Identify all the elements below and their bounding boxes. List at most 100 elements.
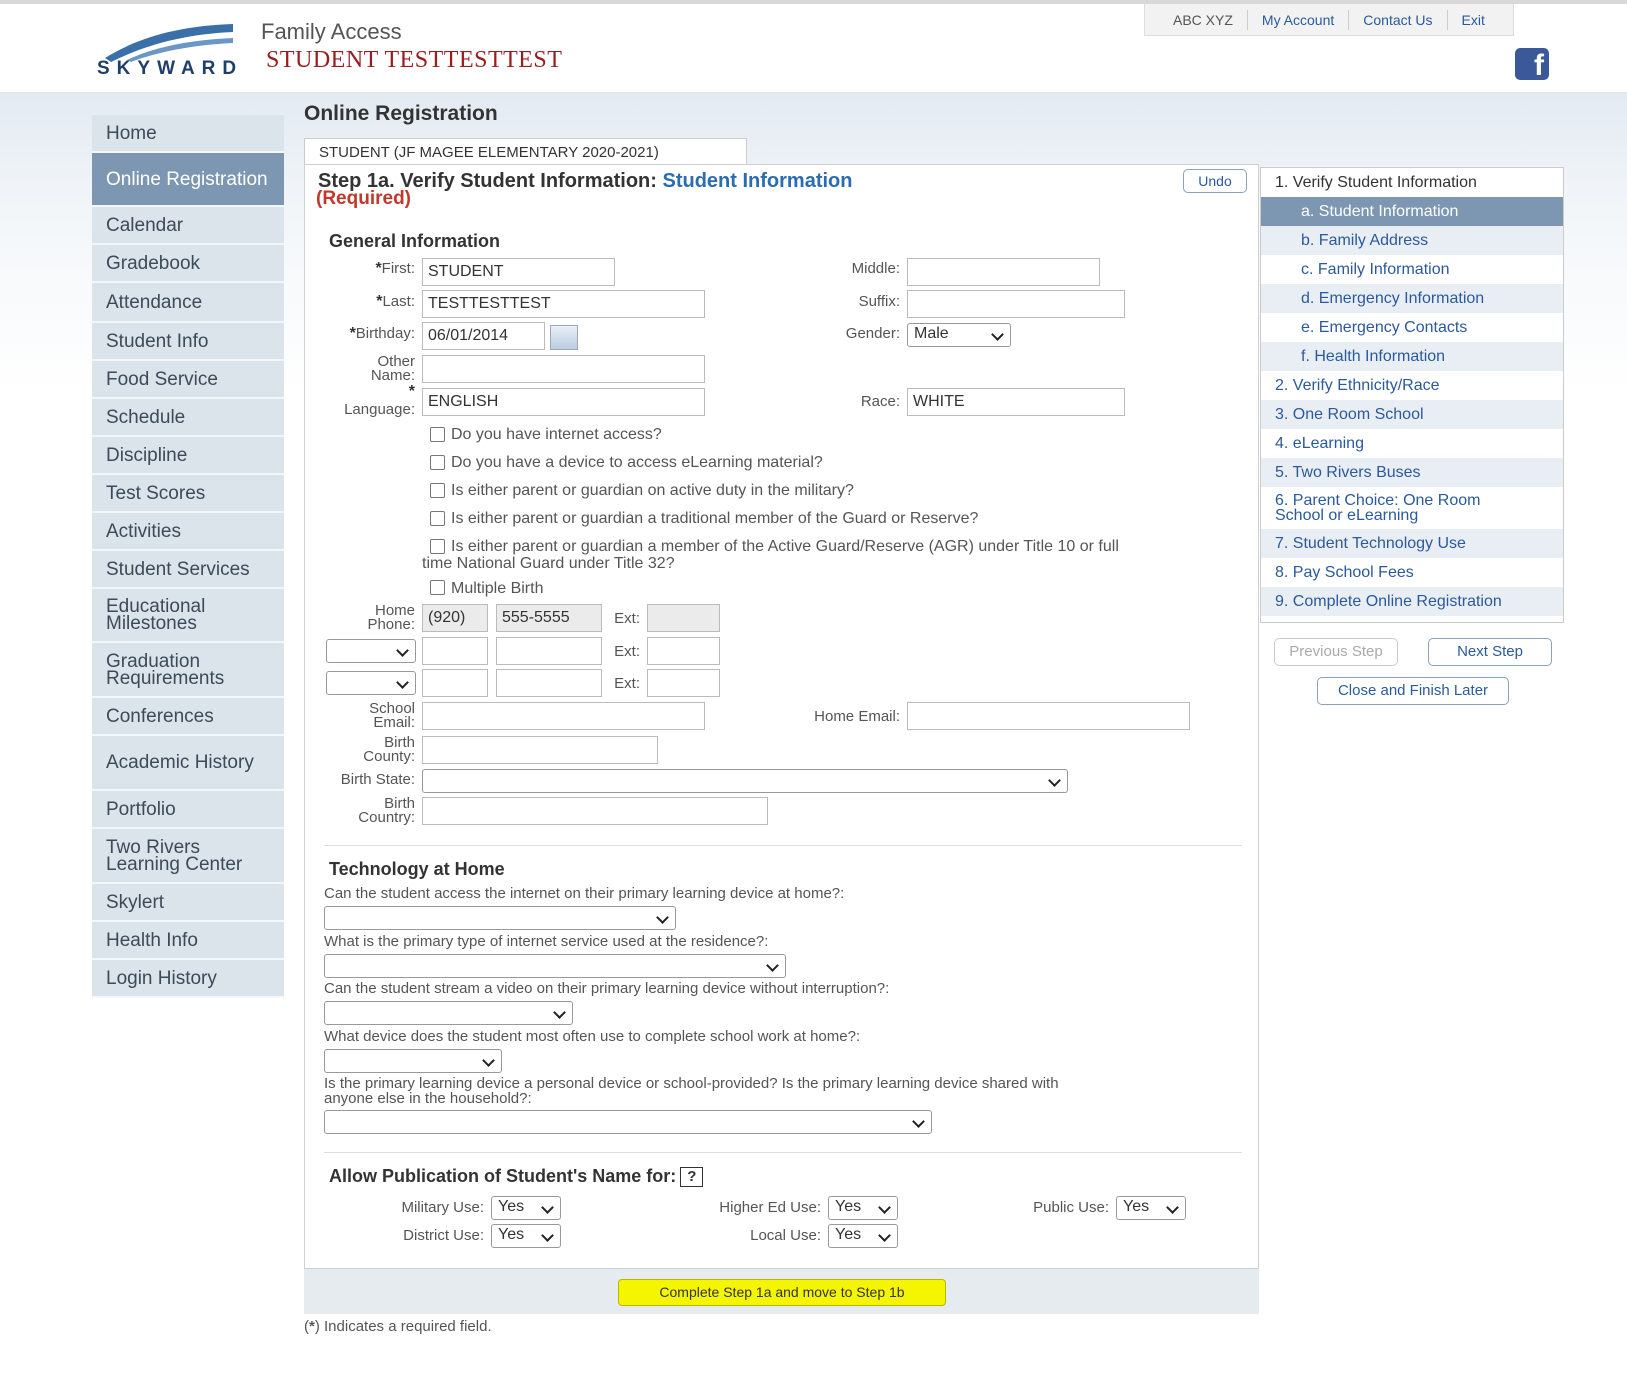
higher-ed-use-label: Higher Ed Use: <box>719 1199 821 1216</box>
step-1e[interactable]: e. Emergency Contacts <box>1261 313 1563 342</box>
step-name: Student Information <box>662 170 853 192</box>
step-1b[interactable]: b. Family Address <box>1261 226 1563 255</box>
multiple-birth-label: Multiple Birth <box>451 580 544 597</box>
sidebar-item-academic-history[interactable]: Academic History <box>92 736 284 791</box>
step-3[interactable]: 3. One Room School <box>1261 400 1563 429</box>
internet-access-checkbox[interactable] <box>430 427 445 442</box>
calendar-icon[interactable] <box>550 325 578 350</box>
internet-access-label: Do you have internet access? <box>451 426 662 443</box>
tab-student[interactable]: STUDENT (JF MAGEE ELEMENTARY 2020-2021) <box>304 138 747 166</box>
next-step-button[interactable]: Next Step <box>1428 638 1552 666</box>
previous-step-button[interactable]: Previous Step <box>1274 638 1398 666</box>
area-code-input[interactable] <box>422 604 488 632</box>
exit-link[interactable]: Exit <box>1448 12 1499 28</box>
step-8[interactable]: 8. Pay School Fees <box>1261 558 1563 587</box>
area-code-input-2[interactable] <box>422 637 488 665</box>
birth-state-select[interactable] <box>422 769 1068 793</box>
first-name-input[interactable] <box>422 258 615 286</box>
ext-input-2[interactable] <box>647 637 720 665</box>
tech-question-1: Can the student access the internet on t… <box>324 885 845 902</box>
area-code-input-3[interactable] <box>422 669 488 697</box>
facebook-icon[interactable]: f <box>1515 48 1549 82</box>
tech-question-2: What is the primary type of internet ser… <box>324 933 769 950</box>
tech-answer-1-select[interactable] <box>324 906 676 930</box>
sidebar-item-educational-milestones[interactable]: Educational Milestones <box>92 589 284 643</box>
sidebar-item-home[interactable]: Home <box>92 115 284 153</box>
suffix-input[interactable] <box>907 290 1125 318</box>
step-1c[interactable]: c. Family Information <box>1261 255 1563 284</box>
step-9[interactable]: 9. Complete Online Registration <box>1261 587 1563 616</box>
phone-number-input[interactable] <box>496 604 602 632</box>
close-finish-later-button[interactable]: Close and Finish Later <box>1317 677 1509 705</box>
step-5[interactable]: 5. Two Rivers Buses <box>1261 458 1563 487</box>
other-name-input[interactable] <box>422 355 705 383</box>
race-input[interactable] <box>907 388 1125 416</box>
sidebar-item-student-services[interactable]: Student Services <box>92 551 284 589</box>
agr-checkbox[interactable] <box>430 539 445 554</box>
sidebar-item-food-service[interactable]: Food Service <box>92 361 284 399</box>
step-1d[interactable]: d. Emergency Information <box>1261 284 1563 313</box>
step-4[interactable]: 4. eLearning <box>1261 429 1563 458</box>
ext-input-3[interactable] <box>647 669 720 697</box>
sidebar-item-two-rivers-learning-center[interactable]: Two Rivers Learning Center <box>92 829 284 884</box>
step-1f[interactable]: f. Health Information <box>1261 342 1563 371</box>
step-1a[interactable]: a. Student Information <box>1261 197 1563 226</box>
ext-input[interactable] <box>647 604 720 632</box>
sidebar-item-gradebook[interactable]: Gradebook <box>92 245 284 283</box>
step-6[interactable]: 6. Parent Choice: One Room School or eLea… <box>1261 487 1563 529</box>
phone-type-select-3[interactable] <box>326 671 416 695</box>
tech-answer-2-select[interactable] <box>324 954 786 978</box>
public-use-select[interactable]: Yes <box>1116 1196 1186 1220</box>
local-use-select[interactable]: Yes <box>828 1224 898 1248</box>
sidebar-item-schedule[interactable]: Schedule <box>92 399 284 437</box>
sidebar-item-graduation-requirements[interactable]: Graduation Requirements <box>92 643 284 698</box>
guard-reserve-label: Is either parent or guardian a tradition… <box>451 510 979 527</box>
home-email-input[interactable] <box>907 702 1190 730</box>
language-input[interactable] <box>422 388 705 416</box>
sidebar-item-login-history[interactable]: Login History <box>92 960 284 998</box>
tech-answer-4-select[interactable] <box>324 1049 502 1073</box>
phone-number-input-3[interactable] <box>496 669 602 697</box>
step-1[interactable]: 1. Verify Student Information <box>1261 168 1563 197</box>
publication-heading: Allow Publication of Student's Name for:… <box>329 1166 704 1188</box>
my-account-link[interactable]: My Account <box>1248 12 1348 28</box>
undo-button[interactable]: Undo <box>1183 169 1247 193</box>
middle-name-input[interactable] <box>907 258 1100 286</box>
sidebar-item-health-info[interactable]: Health Info <box>92 922 284 960</box>
phone-number-input-2[interactable] <box>496 637 602 665</box>
birthday-input[interactable] <box>422 322 545 350</box>
help-icon[interactable]: ? <box>680 1167 704 1188</box>
last-name-input[interactable] <box>422 290 705 318</box>
gender-select[interactable]: Male <box>907 323 1011 347</box>
local-use-label: Local Use: <box>750 1227 821 1244</box>
step-7[interactable]: 7. Student Technology Use <box>1261 529 1563 558</box>
military-duty-checkbox[interactable] <box>430 483 445 498</box>
sidebar-item-activities[interactable]: Activities <box>92 513 284 551</box>
user-name: ABC XYZ <box>1173 11 1233 28</box>
district-use-select[interactable]: Yes <box>491 1224 561 1248</box>
military-use-select[interactable]: Yes <box>491 1196 561 1220</box>
school-email-input[interactable] <box>422 702 705 730</box>
phone-type-select-2[interactable] <box>326 639 416 663</box>
sidebar-item-skylert[interactable]: Skylert <box>92 884 284 922</box>
higher-ed-use-select[interactable]: Yes <box>828 1196 898 1220</box>
device-access-checkbox[interactable] <box>430 455 445 470</box>
multiple-birth-checkbox[interactable] <box>430 580 445 595</box>
sidebar-item-student-info[interactable]: Student Info <box>92 323 284 361</box>
sidebar-item-conferences[interactable]: Conferences <box>92 698 284 736</box>
general-heading: General Information <box>329 231 501 251</box>
birth-county-input[interactable] <box>422 736 658 764</box>
sidebar-item-portfolio[interactable]: Portfolio <box>92 791 284 829</box>
sidebar-item-discipline[interactable]: Discipline <box>92 437 284 475</box>
complete-step-button[interactable]: Complete Step 1a and move to Step 1b <box>618 1279 946 1306</box>
sidebar-item-test-scores[interactable]: Test Scores <box>92 475 284 513</box>
tech-answer-3-select[interactable] <box>324 1001 573 1025</box>
step-2[interactable]: 2. Verify Ethnicity/Race <box>1261 371 1563 400</box>
sidebar-item-online-registration[interactable]: Online Registration <box>92 153 284 207</box>
tech-answer-5-select[interactable] <box>324 1110 932 1134</box>
sidebar-item-attendance[interactable]: Attendance <box>92 283 284 323</box>
sidebar-item-calendar[interactable]: Calendar <box>92 207 284 245</box>
contact-us-link[interactable]: Contact Us <box>1349 12 1446 28</box>
birth-country-input[interactable] <box>422 797 768 825</box>
guard-reserve-checkbox[interactable] <box>430 511 445 526</box>
